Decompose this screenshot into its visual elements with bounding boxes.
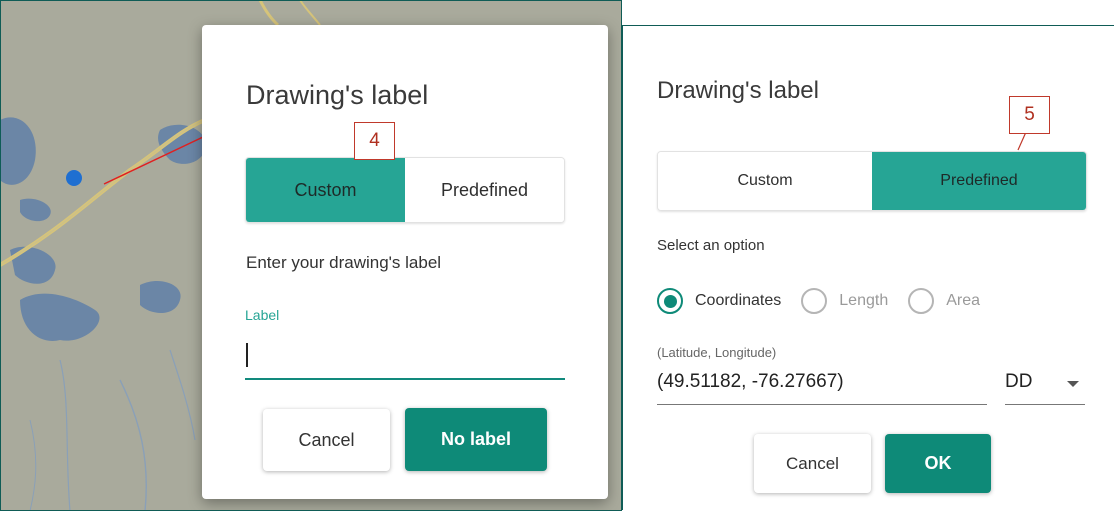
- left-screenshot-panel: Drawing's label Custom Predefined Enter …: [0, 0, 622, 511]
- format-select[interactable]: DD: [1005, 371, 1032, 393]
- tab-predefined[interactable]: Predefined: [405, 158, 564, 222]
- coordinates-underline: [657, 404, 987, 405]
- select-option-label: Select an option: [657, 237, 765, 254]
- option-radio-group: Coordinates Length Area: [657, 288, 1000, 314]
- format-underline: [1005, 404, 1085, 405]
- coordinates-hint: (Latitude, Longitude): [657, 345, 777, 360]
- label-input[interactable]: [245, 378, 565, 380]
- label-field-label: Label: [245, 307, 280, 323]
- ok-button[interactable]: OK: [885, 434, 991, 493]
- coordinates-input[interactable]: (49.51182, -76.27667): [657, 371, 844, 393]
- label-type-toggle: Custom Predefined: [657, 151, 1087, 211]
- cancel-button[interactable]: Cancel: [263, 409, 390, 471]
- drawing-label-dialog-predefined: Drawing's label Custom Predefined Select…: [622, 25, 1114, 510]
- drawing-label-dialog-custom: Drawing's label Custom Predefined Enter …: [202, 25, 608, 499]
- tab-custom[interactable]: Custom: [246, 158, 405, 222]
- chevron-down-icon[interactable]: [1067, 381, 1079, 387]
- no-label-button[interactable]: No label: [405, 408, 547, 471]
- step-badge-5: 5: [1009, 96, 1050, 134]
- radio-length[interactable]: [801, 288, 828, 314]
- dialog-title: Drawing's label: [657, 77, 819, 104]
- radio-coordinates-label[interactable]: Coordinates: [695, 292, 781, 310]
- label-type-toggle: Custom Predefined: [245, 157, 565, 223]
- dialog-title: Drawing's label: [246, 80, 429, 110]
- radio-area[interactable]: [908, 288, 935, 314]
- radio-coordinates[interactable]: [657, 288, 683, 314]
- radio-length-label[interactable]: Length: [839, 292, 888, 310]
- radio-area-label[interactable]: Area: [946, 292, 980, 310]
- tab-custom[interactable]: Custom: [658, 152, 872, 210]
- map-marker-icon[interactable]: [66, 170, 82, 186]
- text-caret: [246, 343, 248, 367]
- cancel-button[interactable]: Cancel: [754, 434, 871, 493]
- step-badge-4: 4: [354, 122, 395, 160]
- tab-predefined[interactable]: Predefined: [872, 152, 1086, 210]
- instructions-text: Enter your drawing's label: [246, 253, 442, 272]
